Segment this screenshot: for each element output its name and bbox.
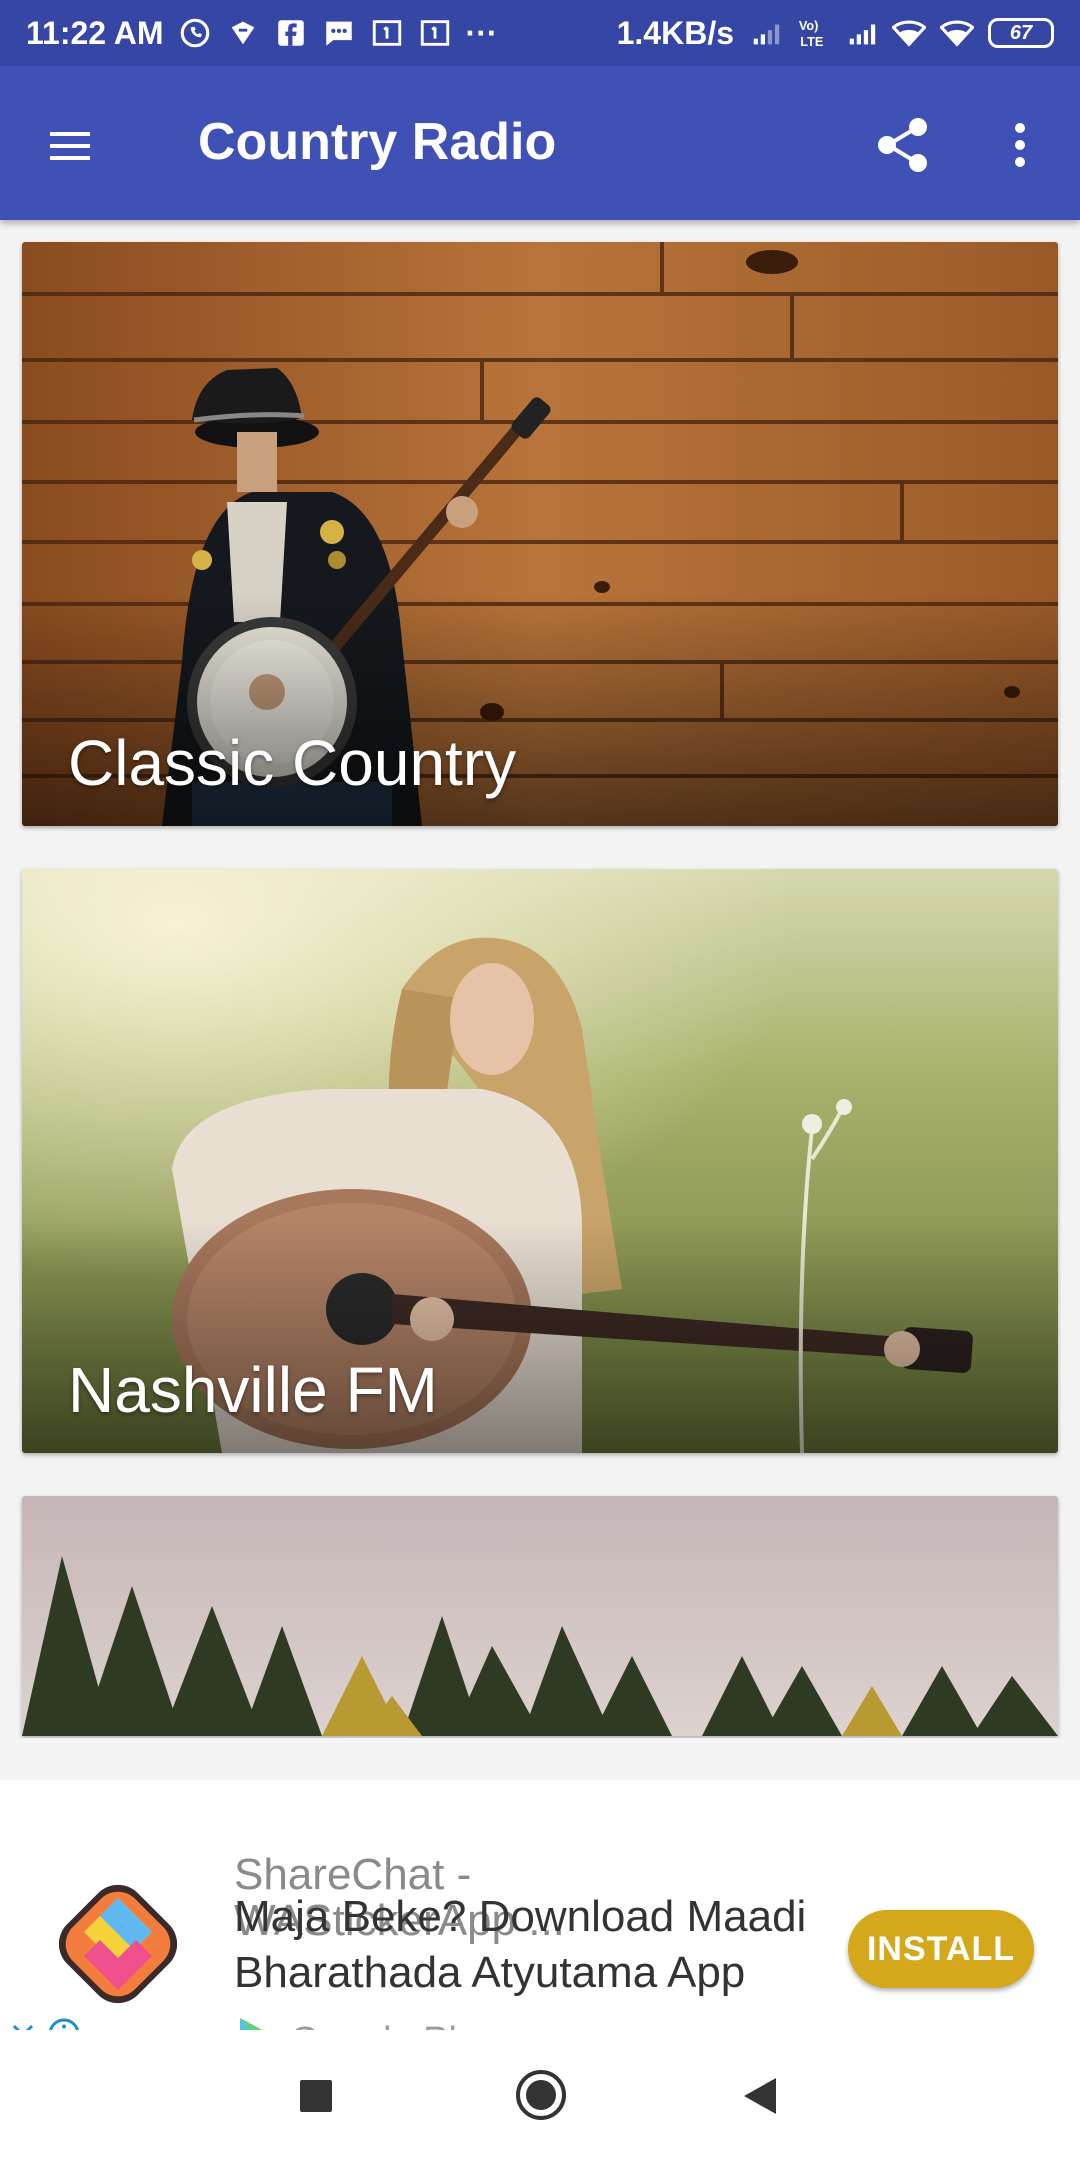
menu-icon[interactable] [40, 116, 100, 176]
ad-content[interactable]: ShareChat - WAStickerApp ... Maja Beke? … [0, 1780, 1080, 2064]
more-vert-icon[interactable] [1000, 114, 1040, 176]
back-icon[interactable] [740, 2074, 780, 2118]
whatsapp-icon [178, 16, 212, 50]
wifi-icon [940, 16, 974, 50]
notification-icon [226, 16, 260, 50]
svg-text:LTE: LTE [800, 34, 823, 49]
signal-icon [844, 16, 878, 50]
navigation-bar [0, 2030, 1080, 2160]
signal-weak-icon [748, 16, 782, 50]
sharechat-logo[interactable] [48, 1874, 188, 2014]
share-icon[interactable] [872, 114, 934, 176]
ad-tagline-line2: Bharathada Atyutama App [234, 1948, 746, 1997]
wifi-icon [892, 16, 926, 50]
status-bar: 11:22 AM ··· 1.4KB/s Vo) LTE 67 [0, 0, 1080, 66]
battery-icon: 67 [988, 18, 1054, 48]
ad-tagline-line1: Maja Beke? Download Maadi [234, 1892, 807, 1941]
station-card-classic-country[interactable]: Classic Country [22, 242, 1058, 826]
station-card-nashville-fm[interactable]: Nashville FM [22, 869, 1058, 1453]
app-title: Country Radio [198, 113, 557, 171]
station-title: Nashville FM [68, 1354, 438, 1426]
home-icon[interactable] [514, 2068, 568, 2122]
station-card-3[interactable] [22, 1496, 1058, 1736]
sim1-icon [418, 16, 452, 50]
status-more-dots: ··· [465, 14, 498, 51]
svg-text:Vo): Vo) [799, 18, 819, 33]
install-button[interactable]: INSTALL [848, 1910, 1034, 1988]
message-icon [322, 16, 356, 50]
app-bar: Country Radio [0, 66, 1080, 220]
sim1-icon [370, 16, 404, 50]
forest-image [22, 1496, 1058, 1736]
net-speed: 1.4KB/s [616, 14, 734, 51]
volte-icon: Vo) LTE [796, 16, 830, 50]
station-title: Classic Country [68, 727, 517, 799]
facebook-icon [274, 16, 308, 50]
status-time: 11:22 AM [26, 14, 164, 51]
ad-banner[interactable]: ShareChat - WAStickerApp ... Maja Beke? … [0, 1738, 1080, 2064]
recents-icon[interactable] [300, 2080, 332, 2112]
